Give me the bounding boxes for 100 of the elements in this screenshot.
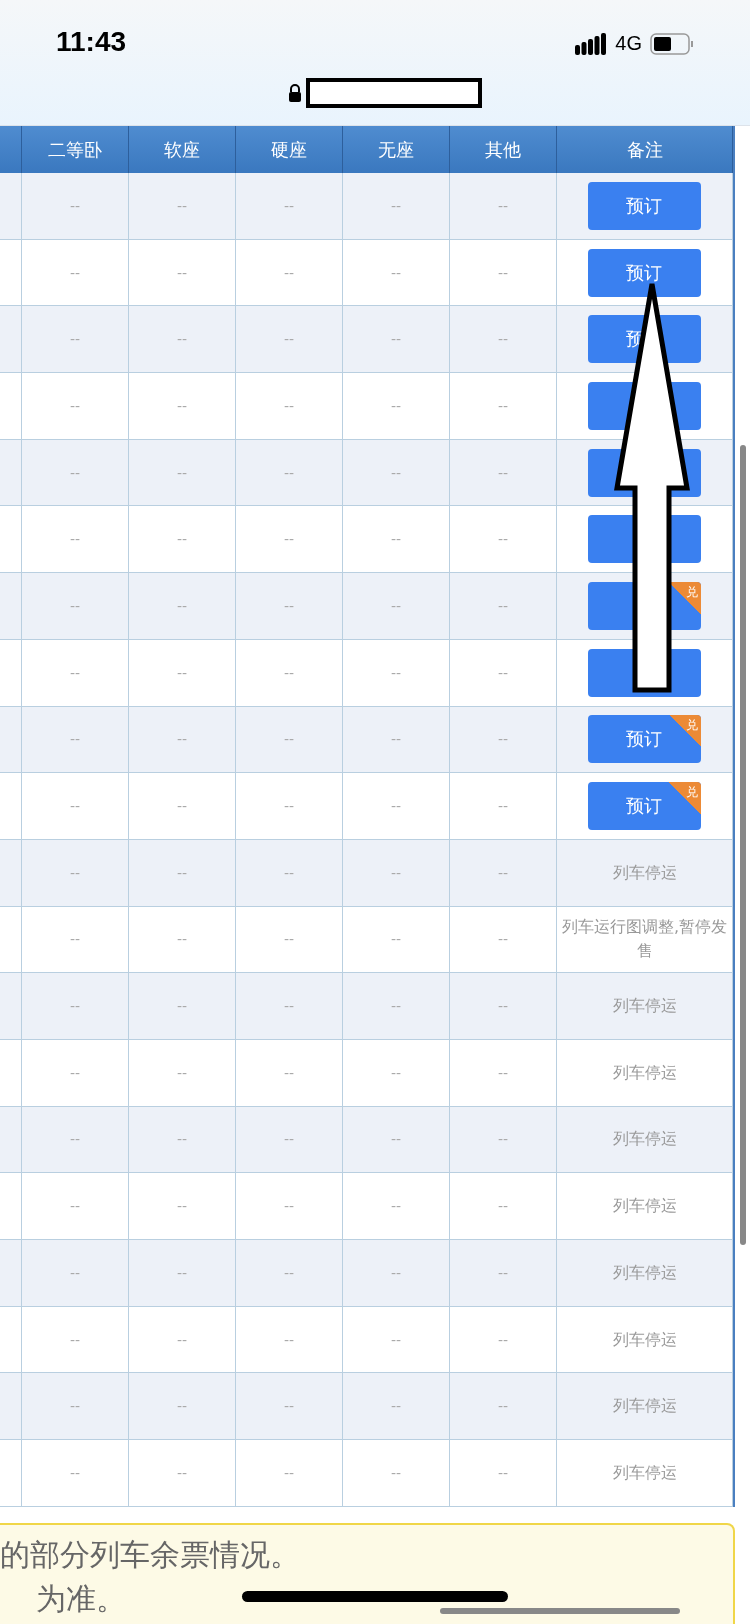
status-note: 列车停运 bbox=[611, 1195, 678, 1218]
table-cell: -- bbox=[283, 1264, 295, 1281]
table-cell: -- bbox=[69, 531, 81, 548]
table-cell: -- bbox=[176, 331, 188, 348]
table-cell: -- bbox=[283, 731, 295, 748]
table-cell: -- bbox=[390, 331, 402, 348]
clock-time: 11:43 bbox=[56, 26, 127, 58]
table-cell: -- bbox=[497, 531, 509, 548]
column-header: 备注 bbox=[626, 137, 663, 162]
table-cell: -- bbox=[497, 864, 509, 881]
table-cell: -- bbox=[283, 864, 295, 881]
table-cell: -- bbox=[176, 597, 188, 614]
table-cell: -- bbox=[497, 798, 509, 815]
status-note: 列车停运 bbox=[611, 1328, 678, 1351]
table-cell: -- bbox=[176, 464, 188, 481]
table-cell: -- bbox=[69, 397, 81, 414]
exchange-badge: 兑 bbox=[669, 581, 701, 614]
table-cell: -- bbox=[390, 1198, 402, 1215]
table-cell: -- bbox=[497, 1264, 509, 1281]
table-cell: -- bbox=[69, 464, 81, 481]
table-cell: -- bbox=[176, 1198, 188, 1215]
book-button[interactable]: 预订 兑 bbox=[588, 782, 701, 831]
book-button[interactable]: 预订 bbox=[588, 181, 701, 230]
table-cell: -- bbox=[69, 264, 81, 281]
table-cell: -- bbox=[283, 331, 295, 348]
table-cell: -- bbox=[69, 1331, 81, 1348]
table-cell: -- bbox=[390, 464, 402, 481]
table-cell: -- bbox=[497, 998, 509, 1015]
status-note: 列车停运 bbox=[611, 995, 678, 1018]
table-cell: -- bbox=[69, 1264, 81, 1281]
table-cell: -- bbox=[390, 1264, 402, 1281]
table-cell: -- bbox=[69, 331, 81, 348]
lock-icon bbox=[288, 84, 302, 102]
table-cell: -- bbox=[176, 264, 188, 281]
table-cell: -- bbox=[69, 197, 81, 214]
battery-icon bbox=[650, 32, 694, 55]
table-cell: -- bbox=[390, 1131, 402, 1148]
exchange-badge: 兑 bbox=[669, 782, 701, 815]
table-cell: -- bbox=[283, 931, 295, 948]
signal-icon bbox=[575, 32, 608, 55]
table-cell: -- bbox=[497, 331, 509, 348]
status-note: 列车停运 bbox=[611, 1128, 678, 1151]
table-cell: -- bbox=[176, 1064, 188, 1081]
table-cell: -- bbox=[69, 1464, 81, 1481]
table-cell: -- bbox=[69, 1198, 81, 1215]
status-note: 列车停运 bbox=[611, 1261, 678, 1284]
status-note: 列车停运 bbox=[611, 1395, 678, 1418]
table-cell: -- bbox=[283, 664, 295, 681]
table-cell: -- bbox=[283, 197, 295, 214]
table-cell: -- bbox=[176, 531, 188, 548]
table-cell: -- bbox=[497, 197, 509, 214]
table-cell: -- bbox=[176, 864, 188, 881]
network-label: 4G bbox=[615, 32, 642, 55]
table-cell: -- bbox=[283, 597, 295, 614]
table-cell: -- bbox=[497, 1464, 509, 1481]
table-cell: -- bbox=[497, 1198, 509, 1215]
table-cell: -- bbox=[283, 397, 295, 414]
table-cell: -- bbox=[176, 1331, 188, 1348]
table-cell: -- bbox=[497, 731, 509, 748]
table-cell: -- bbox=[176, 798, 188, 815]
table-cell: -- bbox=[176, 731, 188, 748]
column-header: 硬座 bbox=[271, 137, 307, 162]
table-cell: -- bbox=[176, 197, 188, 214]
table-cell: -- bbox=[497, 397, 509, 414]
table-cell: -- bbox=[390, 998, 402, 1015]
table-cell: -- bbox=[283, 464, 295, 481]
notice-text: 的部分列车余票情况。 bbox=[0, 1535, 300, 1574]
table-cell: -- bbox=[390, 798, 402, 815]
table-cell: -- bbox=[283, 798, 295, 815]
book-button[interactable]: 预订 兑 bbox=[588, 715, 701, 764]
table-cell: -- bbox=[390, 597, 402, 614]
table-cell: -- bbox=[69, 798, 81, 815]
table-cell: -- bbox=[69, 731, 81, 748]
table-cell: -- bbox=[69, 1064, 81, 1081]
table-cell: -- bbox=[390, 664, 402, 681]
status-note: 列车运行图调整,暂停发售 bbox=[560, 916, 729, 963]
column-header: 软座 bbox=[164, 137, 200, 162]
table-cell: -- bbox=[283, 1064, 295, 1081]
table-cell: -- bbox=[497, 464, 509, 481]
table-cell: -- bbox=[497, 1064, 509, 1081]
table-cell: -- bbox=[176, 664, 188, 681]
status-note: 列车停运 bbox=[611, 1461, 678, 1484]
table-cell: -- bbox=[176, 1131, 188, 1148]
table-cell: -- bbox=[390, 531, 402, 548]
table-cell: -- bbox=[176, 1464, 188, 1481]
table-cell: -- bbox=[69, 664, 81, 681]
table-cell: -- bbox=[176, 1398, 188, 1415]
table-cell: -- bbox=[390, 397, 402, 414]
table-cell: -- bbox=[390, 864, 402, 881]
book-button[interactable]: 预订 bbox=[588, 248, 701, 297]
table-cell: -- bbox=[390, 197, 402, 214]
table-cell: -- bbox=[69, 864, 81, 881]
table-cell: -- bbox=[497, 1331, 509, 1348]
table-cell: -- bbox=[69, 597, 81, 614]
table-cell: -- bbox=[69, 1398, 81, 1415]
status-note: 列车停运 bbox=[611, 1061, 678, 1084]
column-header: 无座 bbox=[378, 137, 414, 162]
column-header: 其他 bbox=[485, 137, 521, 162]
table-cell: -- bbox=[283, 1131, 295, 1148]
table-cell: -- bbox=[176, 931, 188, 948]
